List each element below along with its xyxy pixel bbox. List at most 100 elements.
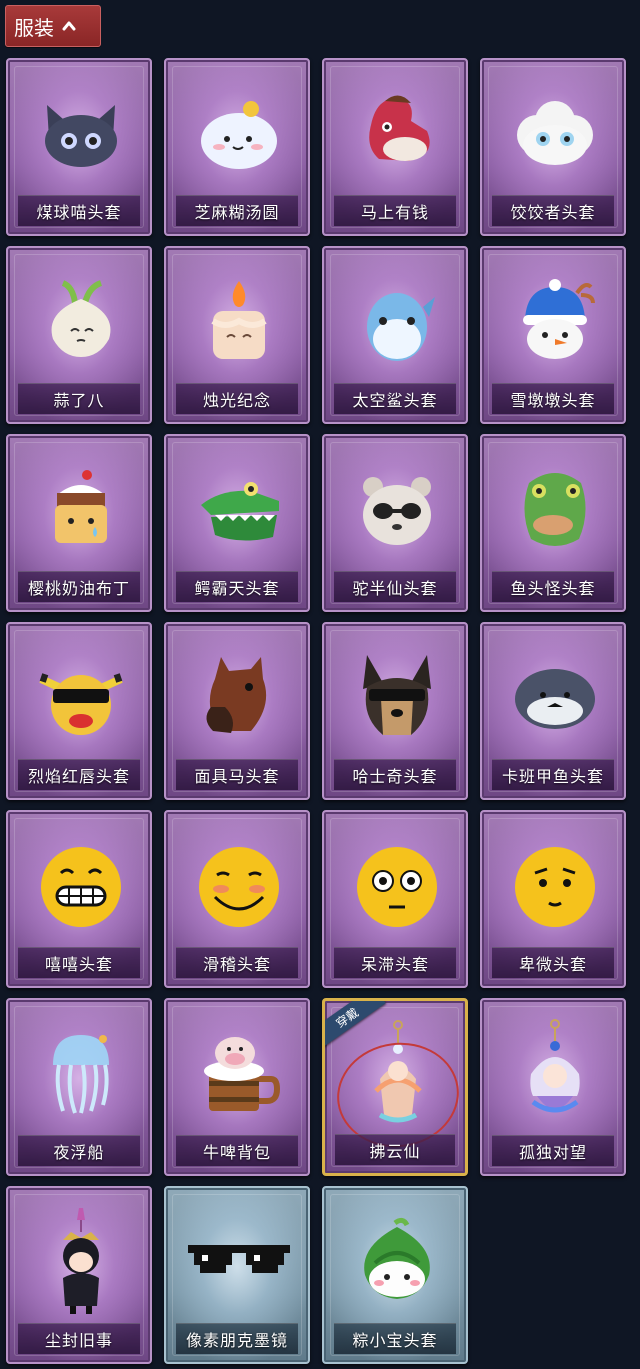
costume-card[interactable]: 尘封旧事 [6,1186,152,1364]
costume-name: 呆滞头套 [360,955,429,974]
costume-name: 拂云仙 [369,1142,421,1161]
card-label-bar: 烈焰红唇头套 [18,759,140,790]
costume-card[interactable]: 孤独对望 [480,998,626,1176]
costume-card[interactable]: 卑微头套 [480,810,626,988]
horse-mask-icon [166,632,308,762]
smirk-emoji-icon [166,820,308,950]
card-label-bar: 鱼头怪头套 [492,571,614,602]
costume-name: 面具马头套 [194,767,280,786]
costume-name: 饺饺者头套 [510,203,596,222]
chevron-up-icon [62,21,76,31]
card-label-bar: 尘封旧事 [18,1323,140,1354]
shark-head-icon [324,256,466,386]
costume-card[interactable]: 像素朋克墨镜 [164,1186,310,1364]
costume-card[interactable]: 滑稽头套 [164,810,310,988]
costume-name: 粽小宝头套 [352,1331,438,1350]
cat-head-icon [8,68,150,198]
card-label-bar: 饺饺者头套 [492,195,614,226]
stare-emoji-icon [324,820,466,950]
costume-card[interactable]: 雪墩墩头套 [480,246,626,424]
costume-name: 孤独对望 [518,1143,587,1162]
costume-name: 蒜了八 [53,391,105,410]
panda-head-icon [324,444,466,574]
costume-card[interactable]: 呆滞头套 [322,810,468,988]
card-label-bar: 卡班甲鱼头套 [492,759,614,790]
costume-card[interactable]: 穿戴 拂云仙 [322,998,468,1176]
costume-card[interactable]: 烛光纪念 [164,246,310,424]
costume-card[interactable]: 煤球喵头套 [6,58,152,236]
card-label-bar: 芝麻糊汤圆 [176,195,298,226]
card-label-bar: 哈士奇头套 [334,759,456,790]
card-label-bar: 孤独对望 [492,1135,614,1166]
dumpling-icon [166,68,308,198]
zongzi-head-icon [324,1196,466,1326]
costume-name: 牛啤背包 [202,1143,271,1162]
costume-card[interactable]: 鳄霸天头套 [164,434,310,612]
fish-head-icon [482,444,624,574]
costume-name: 尘封旧事 [44,1331,113,1350]
character-charm-icon [8,1196,150,1326]
card-label-bar: 雪墩墩头套 [492,383,614,414]
costume-name: 驼半仙头套 [352,579,438,598]
card-label-bar: 夜浮船 [18,1135,140,1166]
costume-name: 像素朋克墨镜 [185,1331,288,1350]
costume-card[interactable]: 樱桃奶油布丁 [6,434,152,612]
card-label-bar: 卑微头套 [492,947,614,978]
costume-card[interactable]: 太空鲨头套 [322,246,468,424]
card-label-bar: 烛光纪念 [176,383,298,414]
card-label-bar: 樱桃奶油布丁 [18,571,140,602]
horse-head-icon [324,68,466,198]
costume-tab-label: 服装 [14,15,54,40]
card-label-bar: 马上有钱 [334,195,456,226]
snowman-head-icon [482,256,624,386]
card-label-bar: 太空鲨头套 [334,383,456,414]
pudding-icon [8,444,150,574]
costume-name: 鱼头怪头套 [510,579,596,598]
dog-head-icon [324,632,466,762]
card-label-bar: 面具马头套 [176,759,298,790]
crocodile-head-icon [166,444,308,574]
costume-card[interactable]: 马上有钱 [322,58,468,236]
costume-card[interactable]: 卡班甲鱼头套 [480,622,626,800]
costume-name: 嘻嘻头套 [44,955,113,974]
costume-name: 烛光纪念 [202,391,271,410]
costume-card[interactable]: 粽小宝头套 [322,1186,468,1364]
costume-card[interactable]: 烈焰红唇头套 [6,622,152,800]
costume-card[interactable]: 饺饺者头套 [480,58,626,236]
costume-name: 滑稽头套 [202,955,271,974]
card-label-bar: 拂云仙 [335,1134,455,1165]
costume-card[interactable]: 鱼头怪头套 [480,434,626,612]
card-label-bar: 滑稽头套 [176,947,298,978]
costume-name: 马上有钱 [360,203,429,222]
card-label-bar: 呆滞头套 [334,947,456,978]
costume-name: 鳄霸天头套 [194,579,280,598]
costume-name: 哈士奇头套 [352,767,438,786]
costume-card[interactable]: 嘻嘻头套 [6,810,152,988]
card-label-bar: 粽小宝头套 [334,1323,456,1354]
costume-name: 卡班甲鱼头套 [501,767,604,786]
card-label-bar: 嘻嘻头套 [18,947,140,978]
costume-card[interactable]: 牛啤背包 [164,998,310,1176]
costume-card[interactable]: 芝麻糊汤圆 [164,58,310,236]
seal-head-icon [482,632,624,762]
card-label-bar: 蒜了八 [18,383,140,414]
garlic-icon [8,256,150,386]
costume-name: 夜浮船 [53,1143,105,1162]
costume-card[interactable]: 夜浮船 [6,998,152,1176]
jellyfish-icon [8,1008,150,1138]
costume-card[interactable]: 驼半仙头套 [322,434,468,612]
costume-card[interactable]: 面具马头套 [164,622,310,800]
card-label-bar: 煤球喵头套 [18,195,140,226]
costume-tab[interactable]: 服装 [5,5,101,47]
beer-mug-icon [166,1008,308,1138]
pixel-sunglasses-icon [166,1196,308,1326]
costume-card[interactable]: 蒜了八 [6,246,152,424]
doll-charm-icon [482,1008,624,1138]
costume-name: 烈焰红唇头套 [27,767,130,786]
card-label-bar: 鳄霸天头套 [176,571,298,602]
yellow-mask-icon [8,632,150,762]
candle-icon [166,256,308,386]
costume-card[interactable]: 哈士奇头套 [322,622,468,800]
card-label-bar: 牛啤背包 [176,1135,298,1166]
costume-name: 芝麻糊汤圆 [194,203,280,222]
